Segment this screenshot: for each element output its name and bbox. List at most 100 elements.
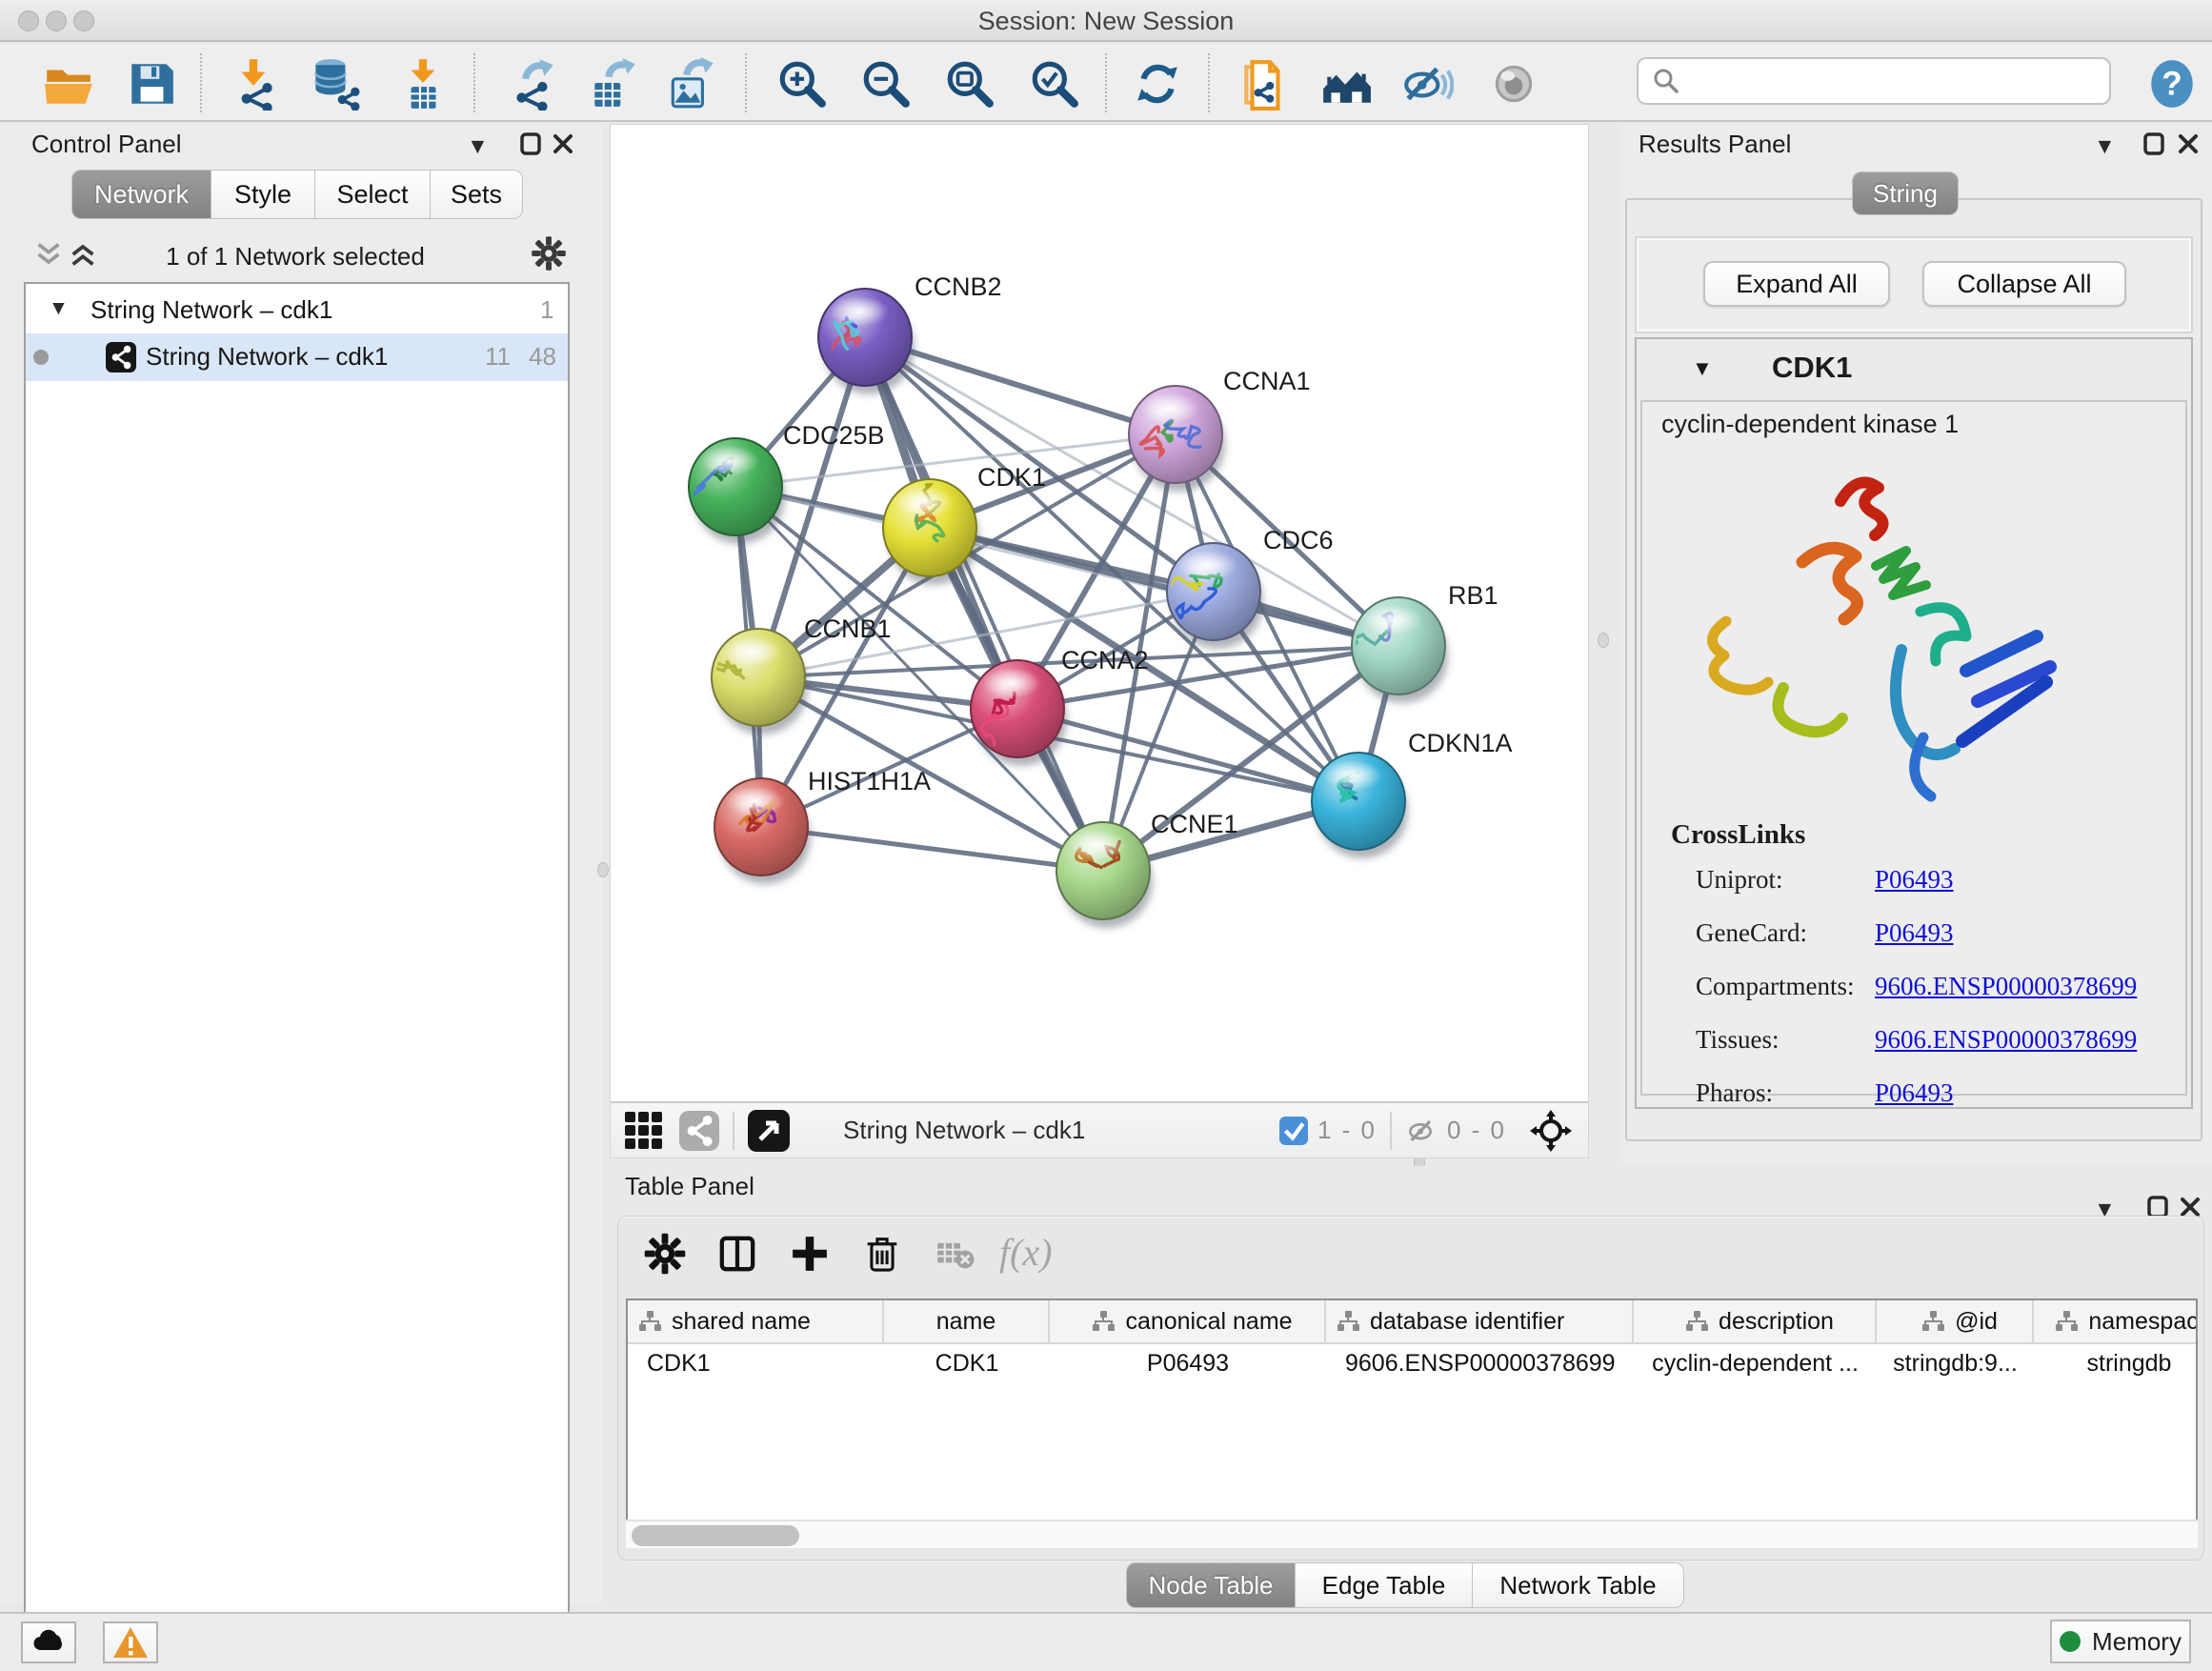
tab-sets[interactable]: Sets (431, 170, 523, 219)
export-network-icon (506, 57, 559, 111)
help-button[interactable]: ? (2145, 57, 2199, 111)
network-badge-icon[interactable] (679, 1111, 719, 1151)
network-node-RB1[interactable] (1334, 597, 1448, 703)
zoom-out-button[interactable] (859, 57, 913, 111)
network-collection-label: String Network – cdk1 (90, 295, 332, 325)
cloud-button[interactable] (21, 1621, 76, 1663)
column-header-shared-name[interactable]: shared name (628, 1300, 884, 1342)
scrollbar-thumb[interactable] (632, 1525, 799, 1546)
add-column-icon[interactable] (788, 1232, 832, 1276)
expand-all-networks-icon[interactable] (34, 240, 63, 269)
share-document-button[interactable] (1238, 57, 1292, 111)
import-table-button[interactable] (396, 57, 450, 111)
network-node-CCNB1[interactable] (712, 629, 808, 735)
network-node-HIST1H1A[interactable] (714, 778, 811, 884)
left-splitter-handle[interactable] (597, 862, 609, 877)
export-image-button[interactable] (665, 57, 718, 111)
protein-expander-icon[interactable]: ▼ (1692, 356, 1713, 381)
network-node-CCNB2[interactable] (818, 289, 915, 394)
eye-button[interactable] (1487, 57, 1540, 111)
table-cell[interactable]: 9606.ENSP00000378699 (1326, 1344, 1634, 1382)
crosslink-value-link[interactable]: 9606.ENSP00000378699 (1875, 1025, 2137, 1055)
expand-all-button[interactable]: Expand All (1703, 261, 1890, 307)
table-cell[interactable]: cyclin-dependent ... (1634, 1344, 1877, 1382)
selected-checkbox-icon[interactable] (1279, 1117, 1308, 1145)
export-table-button[interactable] (587, 57, 640, 111)
float-panel-icon[interactable] (2142, 131, 2166, 156)
tab-node-table[interactable]: Node Table (1126, 1562, 1296, 1608)
node-table[interactable]: shared namenamecanonical namedatabase id… (626, 1299, 2198, 1548)
tab-edge-table[interactable]: Edge Table (1296, 1562, 1473, 1608)
tab-style[interactable]: Style (211, 170, 315, 219)
zoom-in-button[interactable] (775, 57, 829, 111)
network-options-gear-icon[interactable] (530, 234, 568, 272)
close-panel-icon[interactable] (551, 131, 575, 156)
tab-network-table[interactable]: Network Table (1473, 1562, 1684, 1608)
table-row[interactable]: CDK1CDK1P064939606.ENSP00000378699cyclin… (628, 1344, 2196, 1382)
warning-icon (111, 1623, 150, 1661)
crosslink-value-link[interactable]: P06493 (1875, 918, 1954, 948)
delete-table-icon[interactable] (933, 1232, 976, 1276)
table-settings-gear-icon[interactable] (643, 1232, 687, 1276)
split-columns-icon[interactable] (715, 1232, 759, 1276)
table-cell[interactable]: P06493 (1050, 1344, 1326, 1382)
home-button[interactable] (1319, 57, 1373, 111)
network-collection-row[interactable]: ▼ String Network – cdk1 1 (26, 288, 568, 333)
float-panel-icon[interactable] (518, 131, 543, 156)
hide-panel-button[interactable] (1400, 57, 1454, 111)
network-node-CDC6[interactable] (1146, 543, 1263, 649)
title-bar: Session: New Session (0, 0, 2212, 42)
tree-expander-icon[interactable]: ▼ (49, 297, 69, 320)
warning-button[interactable] (103, 1621, 158, 1663)
network-node-CCNE1[interactable] (1056, 822, 1153, 928)
table-cell[interactable]: stringdb:9... (1877, 1344, 2034, 1382)
column-header-canonical-name[interactable]: canonical name (1050, 1300, 1326, 1342)
zoom-fit-icon (943, 57, 996, 111)
grid-view-icon[interactable] (624, 1111, 664, 1151)
close-panel-icon[interactable] (2176, 131, 2201, 156)
network-graph[interactable]: CCNB2CCNA1CDC25BCDK1CDC6RB1CCNB1CCNA2CDK… (611, 125, 1588, 1099)
search-input[interactable] (1680, 67, 2090, 96)
zoom-selected-button[interactable] (1028, 57, 1081, 111)
column-header-database-identifier[interactable]: database identifier (1326, 1300, 1634, 1342)
tab-network[interactable]: Network (71, 170, 211, 219)
right-splitter-handle[interactable] (1598, 633, 1609, 648)
network-node-CDKN1A[interactable] (1312, 753, 1408, 858)
function-builder-icon[interactable]: f(x) (999, 1230, 1053, 1275)
network-node-CDK1[interactable] (883, 475, 979, 585)
column-header-name[interactable]: name (884, 1300, 1050, 1342)
delete-trash-icon[interactable] (860, 1232, 904, 1276)
import-network-button[interactable] (227, 57, 280, 111)
search-field[interactable] (1637, 57, 2111, 105)
collapse-panel-icon[interactable]: ▼ (2094, 133, 2116, 159)
collapse-panel-icon[interactable]: ▼ (467, 133, 489, 159)
column-header--id[interactable]: @id (1877, 1300, 2034, 1342)
column-header-namespace[interactable]: namespace (2034, 1300, 2198, 1342)
import-network-from-database-button[interactable] (307, 57, 360, 111)
network-node-CCNA1[interactable] (1129, 386, 1225, 492)
crosslink-value-link[interactable]: 9606.ENSP00000378699 (1875, 972, 2137, 1001)
crosslink-value-link[interactable]: P06493 (1875, 1078, 1954, 1108)
network-row[interactable]: String Network – cdk1 11 48 (26, 333, 568, 381)
table-horizontal-scrollbar[interactable] (626, 1520, 2198, 1548)
network-view[interactable]: CCNB2CCNA1CDC25BCDK1CDC6RB1CCNB1CCNA2CDK… (610, 124, 1589, 1158)
network-node-CDC25B[interactable] (689, 438, 785, 544)
open-session-button[interactable] (42, 57, 95, 111)
tab-string[interactable]: String (1852, 171, 1959, 215)
collapse-all-button[interactable]: Collapse All (1922, 261, 2126, 307)
network-node-CCNA2[interactable] (971, 660, 1067, 766)
save-session-button[interactable] (125, 57, 178, 111)
collapse-all-networks-icon[interactable] (69, 240, 97, 269)
refresh-button[interactable] (1131, 57, 1184, 111)
zoom-fit-button[interactable] (943, 57, 996, 111)
memory-button[interactable]: Memory (2050, 1620, 2191, 1663)
table-cell[interactable]: CDK1 (884, 1344, 1050, 1382)
table-cell[interactable]: CDK1 (628, 1344, 884, 1382)
birdseye-view-icon[interactable] (748, 1110, 790, 1152)
column-header-description[interactable]: description (1634, 1300, 1877, 1342)
table-cell[interactable]: stringdb (2034, 1344, 2198, 1382)
tab-select[interactable]: Select (315, 170, 431, 219)
crosshair-icon[interactable] (1529, 1109, 1573, 1153)
export-network-button[interactable] (506, 57, 559, 111)
crosslink-value-link[interactable]: P06493 (1875, 865, 1954, 895)
